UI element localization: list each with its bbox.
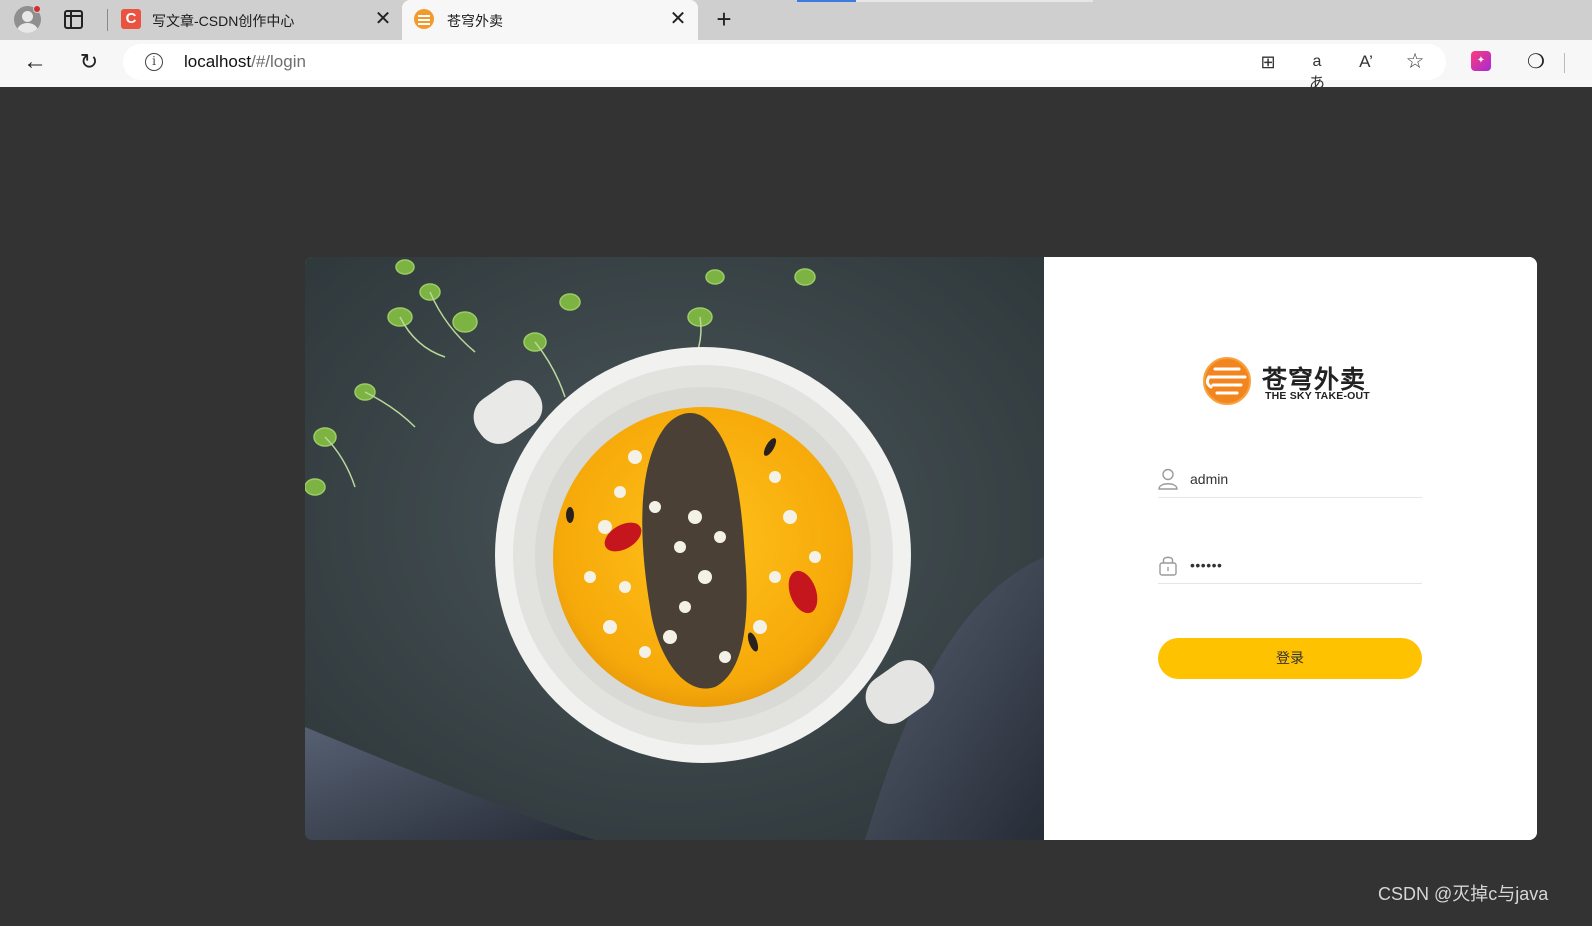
tab-sky-takeout[interactable]: 苍穹外卖 ✕ [402,0,698,40]
lock-icon [1159,556,1177,576]
close-tab-icon[interactable]: ✕ [668,9,688,29]
new-tab-button[interactable]: + [712,6,736,32]
tab-title: 写文章-CSDN创作中心 [152,13,295,29]
password-value[interactable]: •••••• [1190,557,1222,573]
profile-notification-badge [33,5,41,13]
extension-badge-icon[interactable]: ✦ [1471,51,1491,71]
loading-progress-bar [797,0,1093,2]
back-arrow-icon[interactable]: ← [22,49,48,75]
tab-strip: C 写文章-CSDN创作中心 ✕ 苍穹外卖 ✕ + [0,0,1592,40]
site-info-icon[interactable]: i [145,53,163,71]
username-value[interactable]: admin [1190,471,1228,487]
browser-toolbar: ← ↻ i localhost/#/login ⊞ aあ A’ ☆ ✦ ❍ [0,40,1592,92]
password-field[interactable]: •••••• [1158,552,1422,584]
login-form: 苍穹外卖 THE SKY TAKE-OUT admin •••••• 登录 [1044,257,1537,840]
user-icon [1158,468,1178,490]
reload-icon[interactable]: ↻ [76,49,102,75]
app-available-icon[interactable]: ⊞ [1256,51,1280,73]
login-button[interactable]: 登录 [1158,638,1422,679]
tab-actions-icon[interactable] [64,10,83,29]
url-text[interactable]: localhost/#/login [184,52,306,72]
login-hero-image [305,257,1044,840]
username-field[interactable]: admin [1158,466,1422,498]
favorite-star-icon[interactable]: ☆ [1403,51,1427,73]
brand-logo: 苍穹外卖 THE SKY TAKE-OUT [1199,357,1389,407]
address-bar[interactable]: i localhost/#/login ⊞ aあ A’ ☆ [123,44,1446,92]
translate-icon[interactable]: aあ [1305,51,1329,92]
sky-takeout-logo-icon [1203,357,1251,405]
toolbar-divider [1564,53,1565,73]
tab-divider [107,9,108,31]
tab-title: 苍穹外卖 [447,13,503,29]
brand-name-en: THE SKY TAKE-OUT [1265,390,1370,402]
tab-csdn[interactable]: C 写文章-CSDN创作中心 ✕ [111,0,401,40]
soup-bowl-illustration [305,257,1044,840]
close-tab-icon[interactable]: ✕ [373,9,393,29]
read-aloud-icon[interactable]: A’ [1354,51,1378,73]
login-card: 苍穹外卖 THE SKY TAKE-OUT admin •••••• 登录 [305,257,1537,840]
url-host: localhost [184,52,252,71]
extensions-puzzle-icon[interactable]: ❍ [1523,49,1549,75]
url-path: /#/login [251,52,306,71]
csdn-watermark: CSDN @灭掉c与java [1378,884,1549,904]
sky-takeout-favicon-icon [414,9,434,29]
csdn-favicon-icon: C [121,9,141,29]
